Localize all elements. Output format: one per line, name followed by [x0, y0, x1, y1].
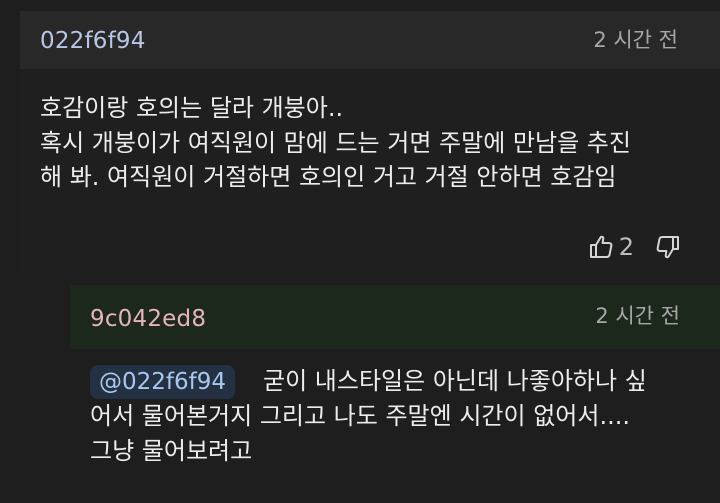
like-button[interactable]: 2 [587, 232, 634, 262]
reply-time: 2 시간 전 [595, 304, 680, 328]
reply-author[interactable]: 9c042ed8 [90, 305, 206, 333]
comment-time: 2 시간 전 [593, 28, 678, 52]
like-count: 2 [618, 233, 634, 261]
reply-body: @022f6f94 굳이 내스타일은 아닌데 나좋아하나 싶 어서 물어본거지 그… [90, 364, 700, 468]
dislike-button[interactable] [654, 233, 682, 261]
reply-body-text: 굳이 내스타일은 아닌데 나좋아하나 싶 [263, 367, 647, 395]
mention-chip[interactable]: @022f6f94 [90, 365, 235, 399]
reply-body-line: @022f6f94 굳이 내스타일은 아닌데 나좋아하나 싶 [90, 364, 700, 399]
comment-body-line: 해 봐. 여직원이 거절하면 호의인 거고 거절 안하면 호감임 [40, 163, 617, 191]
reply-body-line: 어서 물어본거지 그리고 나도 주말엔 시간이 없어서.... [90, 402, 630, 430]
comment-card: 022f6f94 2 시간 전 호감이랑 호의는 달라 개붕아.. 혹시 개붕이… [20, 11, 720, 273]
comment-author[interactable]: 022f6f94 [40, 27, 146, 55]
comment-body-line: 호감이랑 호의는 달라 개붕아.. [40, 94, 344, 122]
comment-body-line: 혹시 개붕이가 여직원이 맘에 드는 거면 주말에 만남을 추진 [40, 128, 631, 157]
comment-header: 022f6f94 2 시간 전 [20, 11, 720, 69]
reply-body-line: 그냥 물어보려고 [90, 436, 253, 465]
comment-body: 호감이랑 호의는 달라 개붕아.. 혹시 개붕이가 여직원이 맘에 드는 거면 … [40, 91, 700, 195]
thumbs-up-icon [587, 233, 615, 261]
reply-header: 9c042ed8 2 시간 전 [70, 285, 720, 349]
comment-actions: 2 [587, 231, 682, 263]
reply-card: 9c042ed8 2 시간 전 @022f6f94 굳이 내스타일은 아닌데 나좋… [70, 285, 720, 503]
thumbs-down-icon [654, 233, 682, 261]
